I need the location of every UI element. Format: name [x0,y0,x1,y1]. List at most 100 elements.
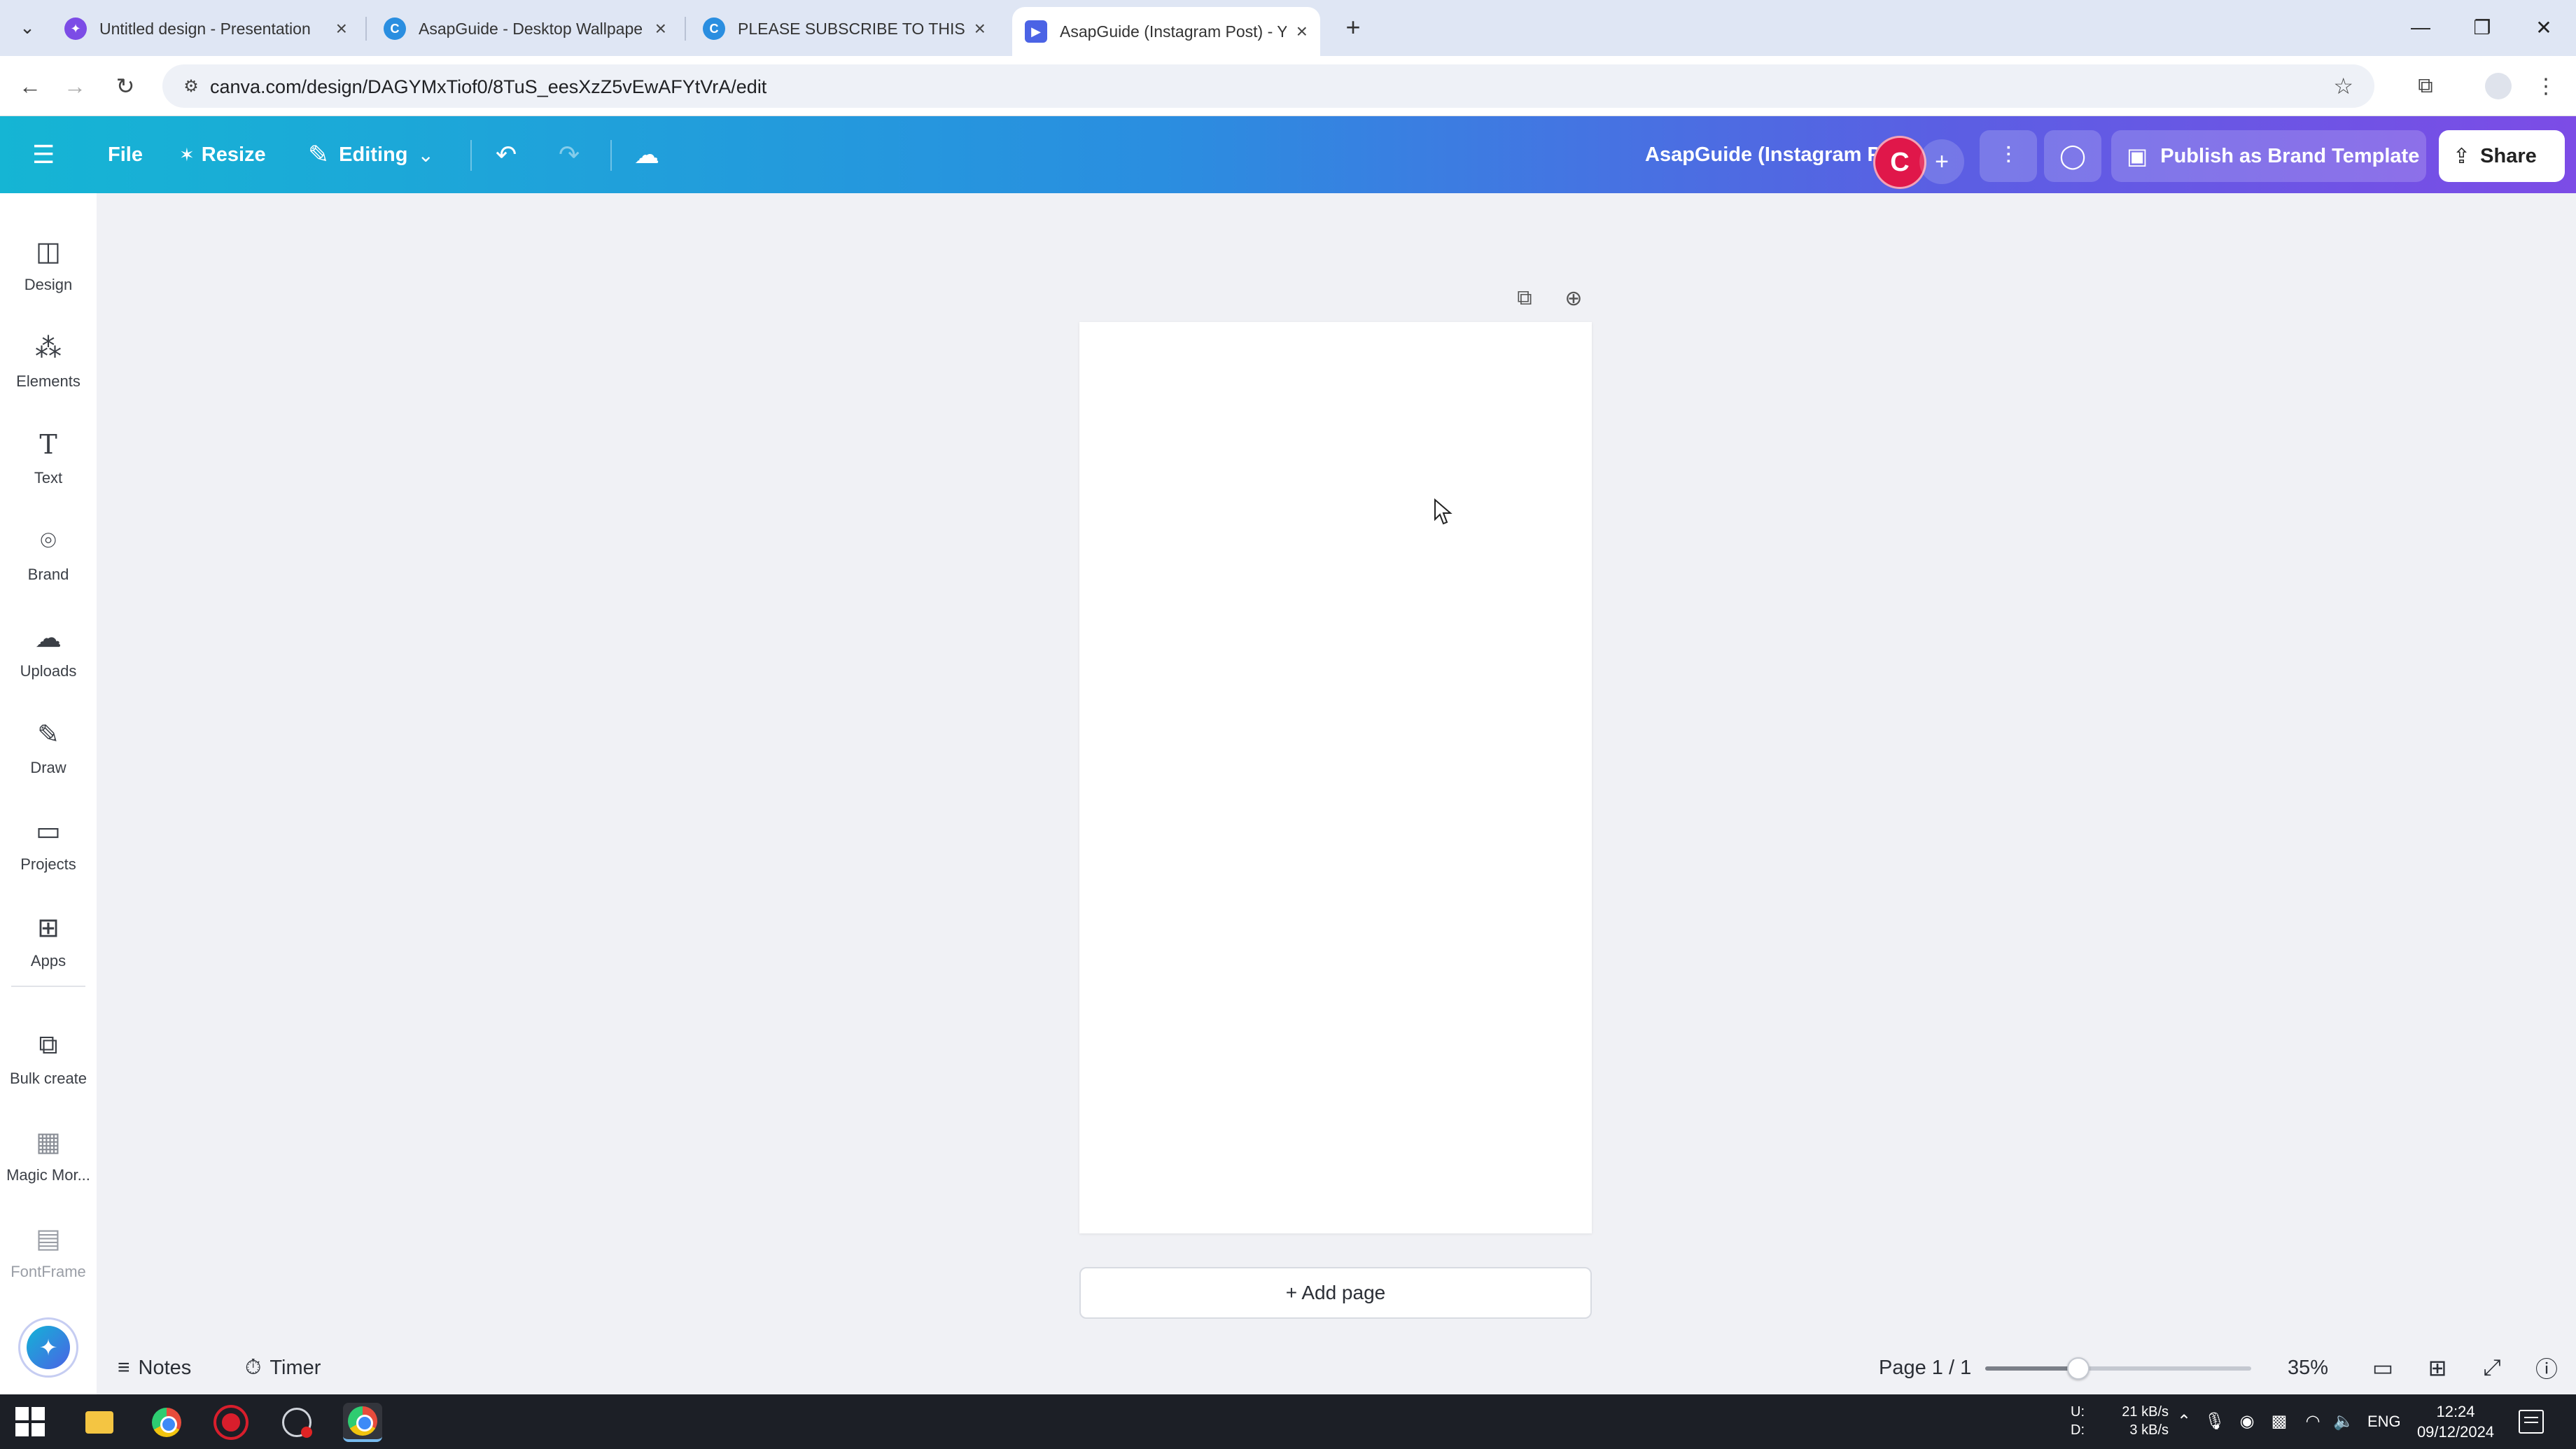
extensions-puzzle-icon[interactable]: ⧉ [2408,69,2443,104]
sidebar-item-design[interactable]: ◫ Design [0,214,97,305]
zoom-slider[interactable] [1985,1357,2251,1380]
share-button[interactable]: ⇪ Share [2439,130,2565,182]
bookmark-star-icon[interactable]: ☆ [2333,73,2353,99]
cloud-save-status-icon[interactable]: ☁ [634,116,659,193]
network-monitor-speeds: 21 kB/s 3 kB/s [2122,1404,2169,1438]
timer-stopwatch-icon: ⏱ [245,1356,262,1379]
brand-icon: ⌾ [40,526,57,556]
file-menu-button[interactable]: File [108,116,143,193]
pen-icon: ✎ [37,720,59,750]
minimize-window-icon[interactable]: — [2400,10,2442,45]
tray-clock[interactable]: 12:24 09/12/2024 [2412,1401,2499,1442]
comments-bubble-icon[interactable]: ◯ [2044,130,2101,182]
new-tab-button[interactable]: + [1336,10,1371,45]
main-menu-hamburger-icon[interactable]: ☰ [32,116,55,193]
sidebar-item-apps[interactable]: ⊞ Apps [0,890,97,981]
restore-window-icon[interactable]: ❐ [2461,10,2503,45]
redo-button[interactable]: ↷ [559,116,580,193]
sidebar-item-projects[interactable]: ▭ Projects [0,794,97,885]
taskbar-chrome-active-icon[interactable] [343,1403,382,1442]
zoom-level-label[interactable]: 35% [2288,1341,2328,1394]
profile-avatar[interactable] [2485,73,2512,99]
fullscreen-expand-icon[interactable]: ⤢ [2474,1350,2510,1386]
tab-close-icon[interactable]: × [974,18,986,40]
timer-button[interactable]: ⏱ Timer [245,1341,321,1394]
tray-wifi-icon[interactable]: ◠ [2302,1410,2324,1432]
tray-volume-icon[interactable]: 🔈 [2332,1410,2355,1432]
tab-close-icon[interactable]: × [1296,20,1308,43]
canva-top-bar: ☰ File ✶ Resize ✎ Editing ⌄ ↶ ↷ ☁ AsapGu… [0,116,2576,193]
tab-separator [685,17,686,41]
address-bar[interactable]: ⚙ canva.com/design/DAGYMxTiof0/8TuS_eesX… [162,64,2374,108]
site-settings-icon[interactable]: ⚙ [179,74,203,98]
page-indicator[interactable]: Page 1 / 1 [1879,1341,1971,1394]
tray-microphone-icon[interactable]: 🎙 [2204,1410,2226,1432]
tab-separator [365,17,367,41]
taskbar-file-explorer-icon[interactable] [80,1403,119,1442]
windows-start-icon[interactable] [15,1407,45,1436]
tray-app-icon[interactable]: ▩ [2268,1410,2290,1432]
layout-icon: ◫ [36,237,61,267]
add-page-above-icon[interactable]: ⊕ [1558,283,1589,314]
sidebar-item-fontframe[interactable]: ▤ FontFrame [0,1201,97,1292]
taskbar-editor-app-icon[interactable] [277,1403,316,1442]
fontframe-icon: ▤ [36,1224,61,1254]
zoom-slider-fill [1985,1366,2078,1371]
add-collaborator-plus-icon[interactable]: + [1919,139,1964,184]
close-window-icon[interactable]: ✕ [2523,10,2565,45]
tab-close-icon[interactable]: × [336,18,347,40]
canva-favicon-icon: ✦ [64,18,87,40]
sidebar-item-text[interactable]: T Text [0,407,97,498]
tray-language[interactable]: ENG [2367,1413,2401,1431]
browser-tab-strip: ⌄ ✦ Untitled design - Presentation × C A… [0,0,2576,56]
video-favicon-icon: ▶ [1025,20,1047,43]
design-title[interactable]: AsapGuide (Instagram Post) [1526,116,1918,193]
canva-favicon-icon: C [384,18,406,40]
undo-button[interactable]: ↶ [496,116,517,193]
resize-button[interactable]: ✶ Resize [179,116,266,193]
resize-sparkle-icon: ✶ [179,144,195,165]
browser-tab-1[interactable]: ✦ Untitled design - Presentation × [52,7,360,50]
editing-mode-dropdown[interactable]: ✎ Editing ⌄ [308,116,434,193]
sidebar-item-draw[interactable]: ✎ Draw [0,697,97,788]
sidebar-item-magic-morph[interactable]: ▦ Magic Mor... [0,1105,97,1196]
url-text[interactable]: canva.com/design/DAGYMxTiof0/8TuS_eesXzZ… [210,76,766,98]
sidebar-item-brand[interactable]: ⌾ Brand [0,504,97,595]
publish-brand-template-button[interactable]: ▣ Publish as Brand Template [2111,130,2426,182]
insights-chart-icon[interactable]: ⫶ [1980,130,2037,182]
sidebar-item-bulk-create[interactable]: ⧉ Bulk create [0,1008,97,1099]
sidebar-item-uploads[interactable]: ☁ Uploads [0,601,97,692]
zoom-slider-thumb[interactable] [2067,1357,2090,1380]
sidebar-divider [11,986,85,987]
cloud-upload-icon: ☁ [35,623,62,653]
tray-record-icon[interactable]: ◉ [2236,1410,2258,1432]
duplicate-page-icon[interactable]: ⧉ [1509,283,1540,314]
tab-close-icon[interactable]: × [655,18,666,40]
notification-center-icon[interactable] [2519,1410,2544,1434]
taskbar-recorder-icon[interactable] [211,1403,251,1442]
canva-assistant-button[interactable]: ✦ [18,1317,78,1378]
page-view-icon[interactable]: ▭ [2365,1350,2401,1386]
left-sidebar: ◫ Design ⁂ Elements T Text ⌾ Brand ☁ Upl… [0,193,97,1394]
browser-address-row: ← → ↻ ⚙ canva.com/design/DAGYMxTiof0/8Tu… [0,56,2576,116]
help-question-icon[interactable]: ⓘ [2528,1350,2565,1386]
sidebar-item-elements[interactable]: ⁂ Elements [0,311,97,402]
windows-taskbar: U: D: 21 kB/s 3 kB/s ⌃ 🎙 ◉ ▩ ◠ 🔈 ENG 12:… [0,1394,2576,1449]
toolbar-divider [470,140,472,171]
browser-tab-4-active[interactable]: ▶ AsapGuide (Instagram Post) - Y × [1012,7,1320,56]
add-page-button[interactable]: + Add page [1079,1267,1592,1319]
browser-tab-2[interactable]: C AsapGuide - Desktop Wallpape × [371,7,679,50]
tray-chevron-up-icon[interactable]: ⌃ [2173,1410,2195,1432]
tab-search-chevron-icon[interactable]: ⌄ [10,10,45,45]
network-monitor-labels: U: D: [2071,1404,2085,1438]
notes-button[interactable]: ≡ Notes [118,1341,191,1394]
user-avatar[interactable]: C [1873,136,1926,189]
grid-view-icon[interactable]: ⊞ [2419,1350,2456,1386]
forward-arrow-icon[interactable]: → [57,69,92,104]
browser-menu-kebab-icon[interactable]: ⋮ [2528,69,2563,104]
reload-icon[interactable]: ↻ [108,69,143,104]
browser-tab-3[interactable]: C PLEASE SUBSCRIBE TO THIS CH × [690,7,998,50]
back-arrow-icon[interactable]: ← [13,69,48,104]
design-page-canvas[interactable] [1079,322,1592,1233]
taskbar-chrome-icon[interactable] [147,1403,186,1442]
